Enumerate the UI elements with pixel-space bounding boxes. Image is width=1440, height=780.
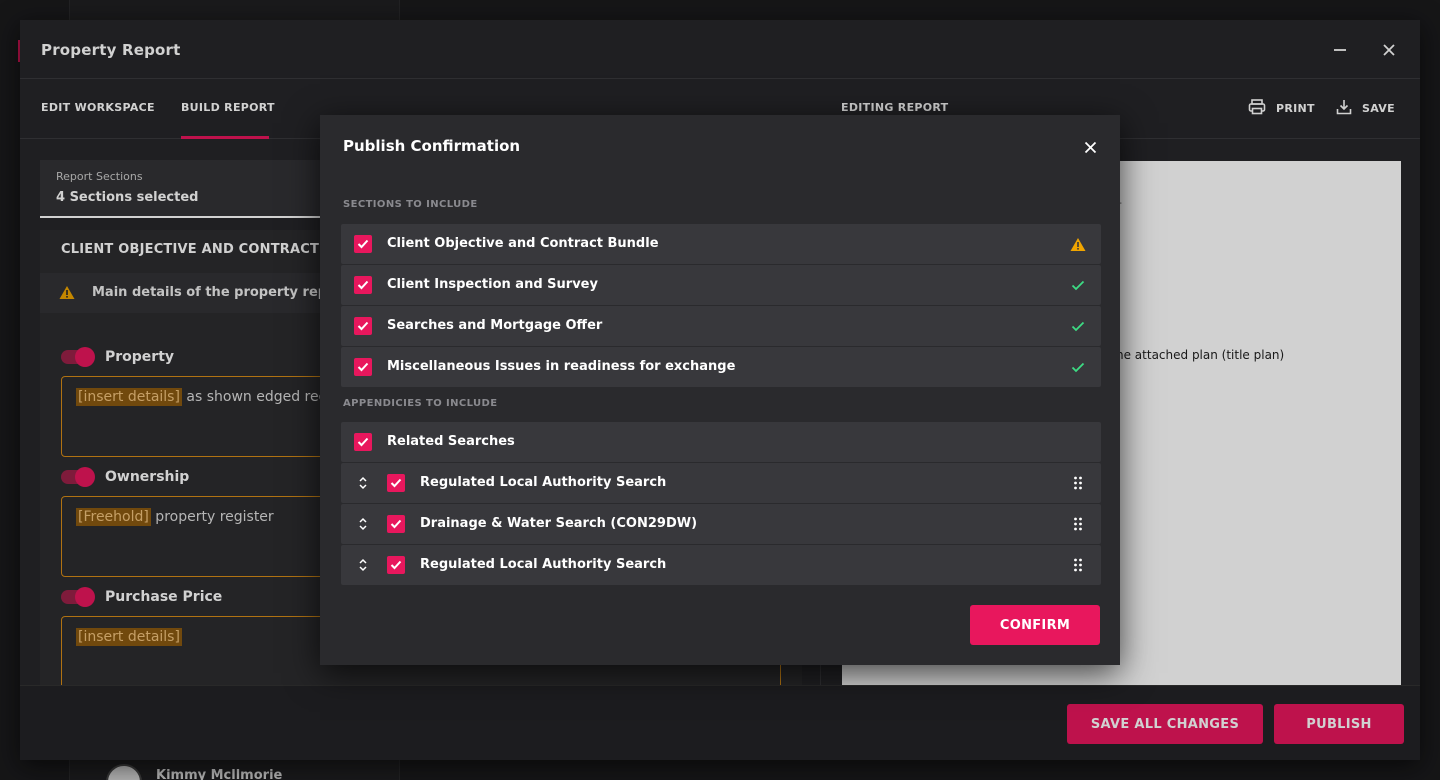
warning-icon <box>1069 235 1087 253</box>
appendix-label: Regulated Local Authority Search <box>420 475 667 490</box>
section-label: Client Inspection and Survey <box>387 277 598 292</box>
check-icon <box>1069 276 1087 294</box>
checkbox[interactable] <box>354 276 372 294</box>
section-row[interactable]: Client Inspection and Survey <box>341 265 1101 305</box>
checkbox[interactable] <box>387 556 405 574</box>
appendix-row[interactable]: Regulated Local Authority Search <box>341 463 1101 503</box>
sections-heading: SECTIONS TO INCLUDE <box>343 199 478 210</box>
section-label: Searches and Mortgage Offer <box>387 318 603 333</box>
sort-arrows-icon[interactable] <box>354 474 372 492</box>
close-icon[interactable] <box>1078 135 1102 159</box>
section-row[interactable]: Client Objective and Contract Bundle <box>341 224 1101 264</box>
check-icon <box>1069 317 1087 335</box>
checkbox[interactable] <box>354 235 372 253</box>
section-row[interactable]: Searches and Mortgage Offer <box>341 306 1101 346</box>
section-label: Client Objective and Contract Bundle <box>387 236 659 251</box>
confirm-button[interactable]: CONFIRM <box>970 605 1100 645</box>
publish-confirmation-dialog: Publish Confirmation SECTIONS TO INCLUDE… <box>320 115 1120 665</box>
drag-handle-icon[interactable] <box>1069 556 1087 574</box>
appendix-group-row[interactable]: Related Searches <box>341 422 1101 462</box>
appendix-group-label: Related Searches <box>387 434 515 449</box>
appendices-heading: APPENDICIES TO INCLUDE <box>343 398 498 409</box>
drag-handle-icon[interactable] <box>1069 474 1087 492</box>
section-label: Miscellaneous Issues in readiness for ex… <box>387 359 736 374</box>
appendix-label: Drainage & Water Search (CON29DW) <box>420 516 698 531</box>
checkbox[interactable] <box>387 515 405 533</box>
section-row[interactable]: Miscellaneous Issues in readiness for ex… <box>341 347 1101 387</box>
checkbox[interactable] <box>354 358 372 376</box>
checkbox[interactable] <box>387 474 405 492</box>
dialog-title: Publish Confirmation <box>343 137 521 155</box>
sort-arrows-icon[interactable] <box>354 515 372 533</box>
checkbox[interactable] <box>354 317 372 335</box>
appendix-row[interactable]: Regulated Local Authority Search <box>341 545 1101 585</box>
check-icon <box>1069 358 1087 376</box>
sort-arrows-icon[interactable] <box>354 556 372 574</box>
checkbox[interactable] <box>354 433 372 451</box>
appendix-row[interactable]: Drainage & Water Search (CON29DW) <box>341 504 1101 544</box>
appendix-label: Regulated Local Authority Search <box>420 557 667 572</box>
drag-handle-icon[interactable] <box>1069 515 1087 533</box>
